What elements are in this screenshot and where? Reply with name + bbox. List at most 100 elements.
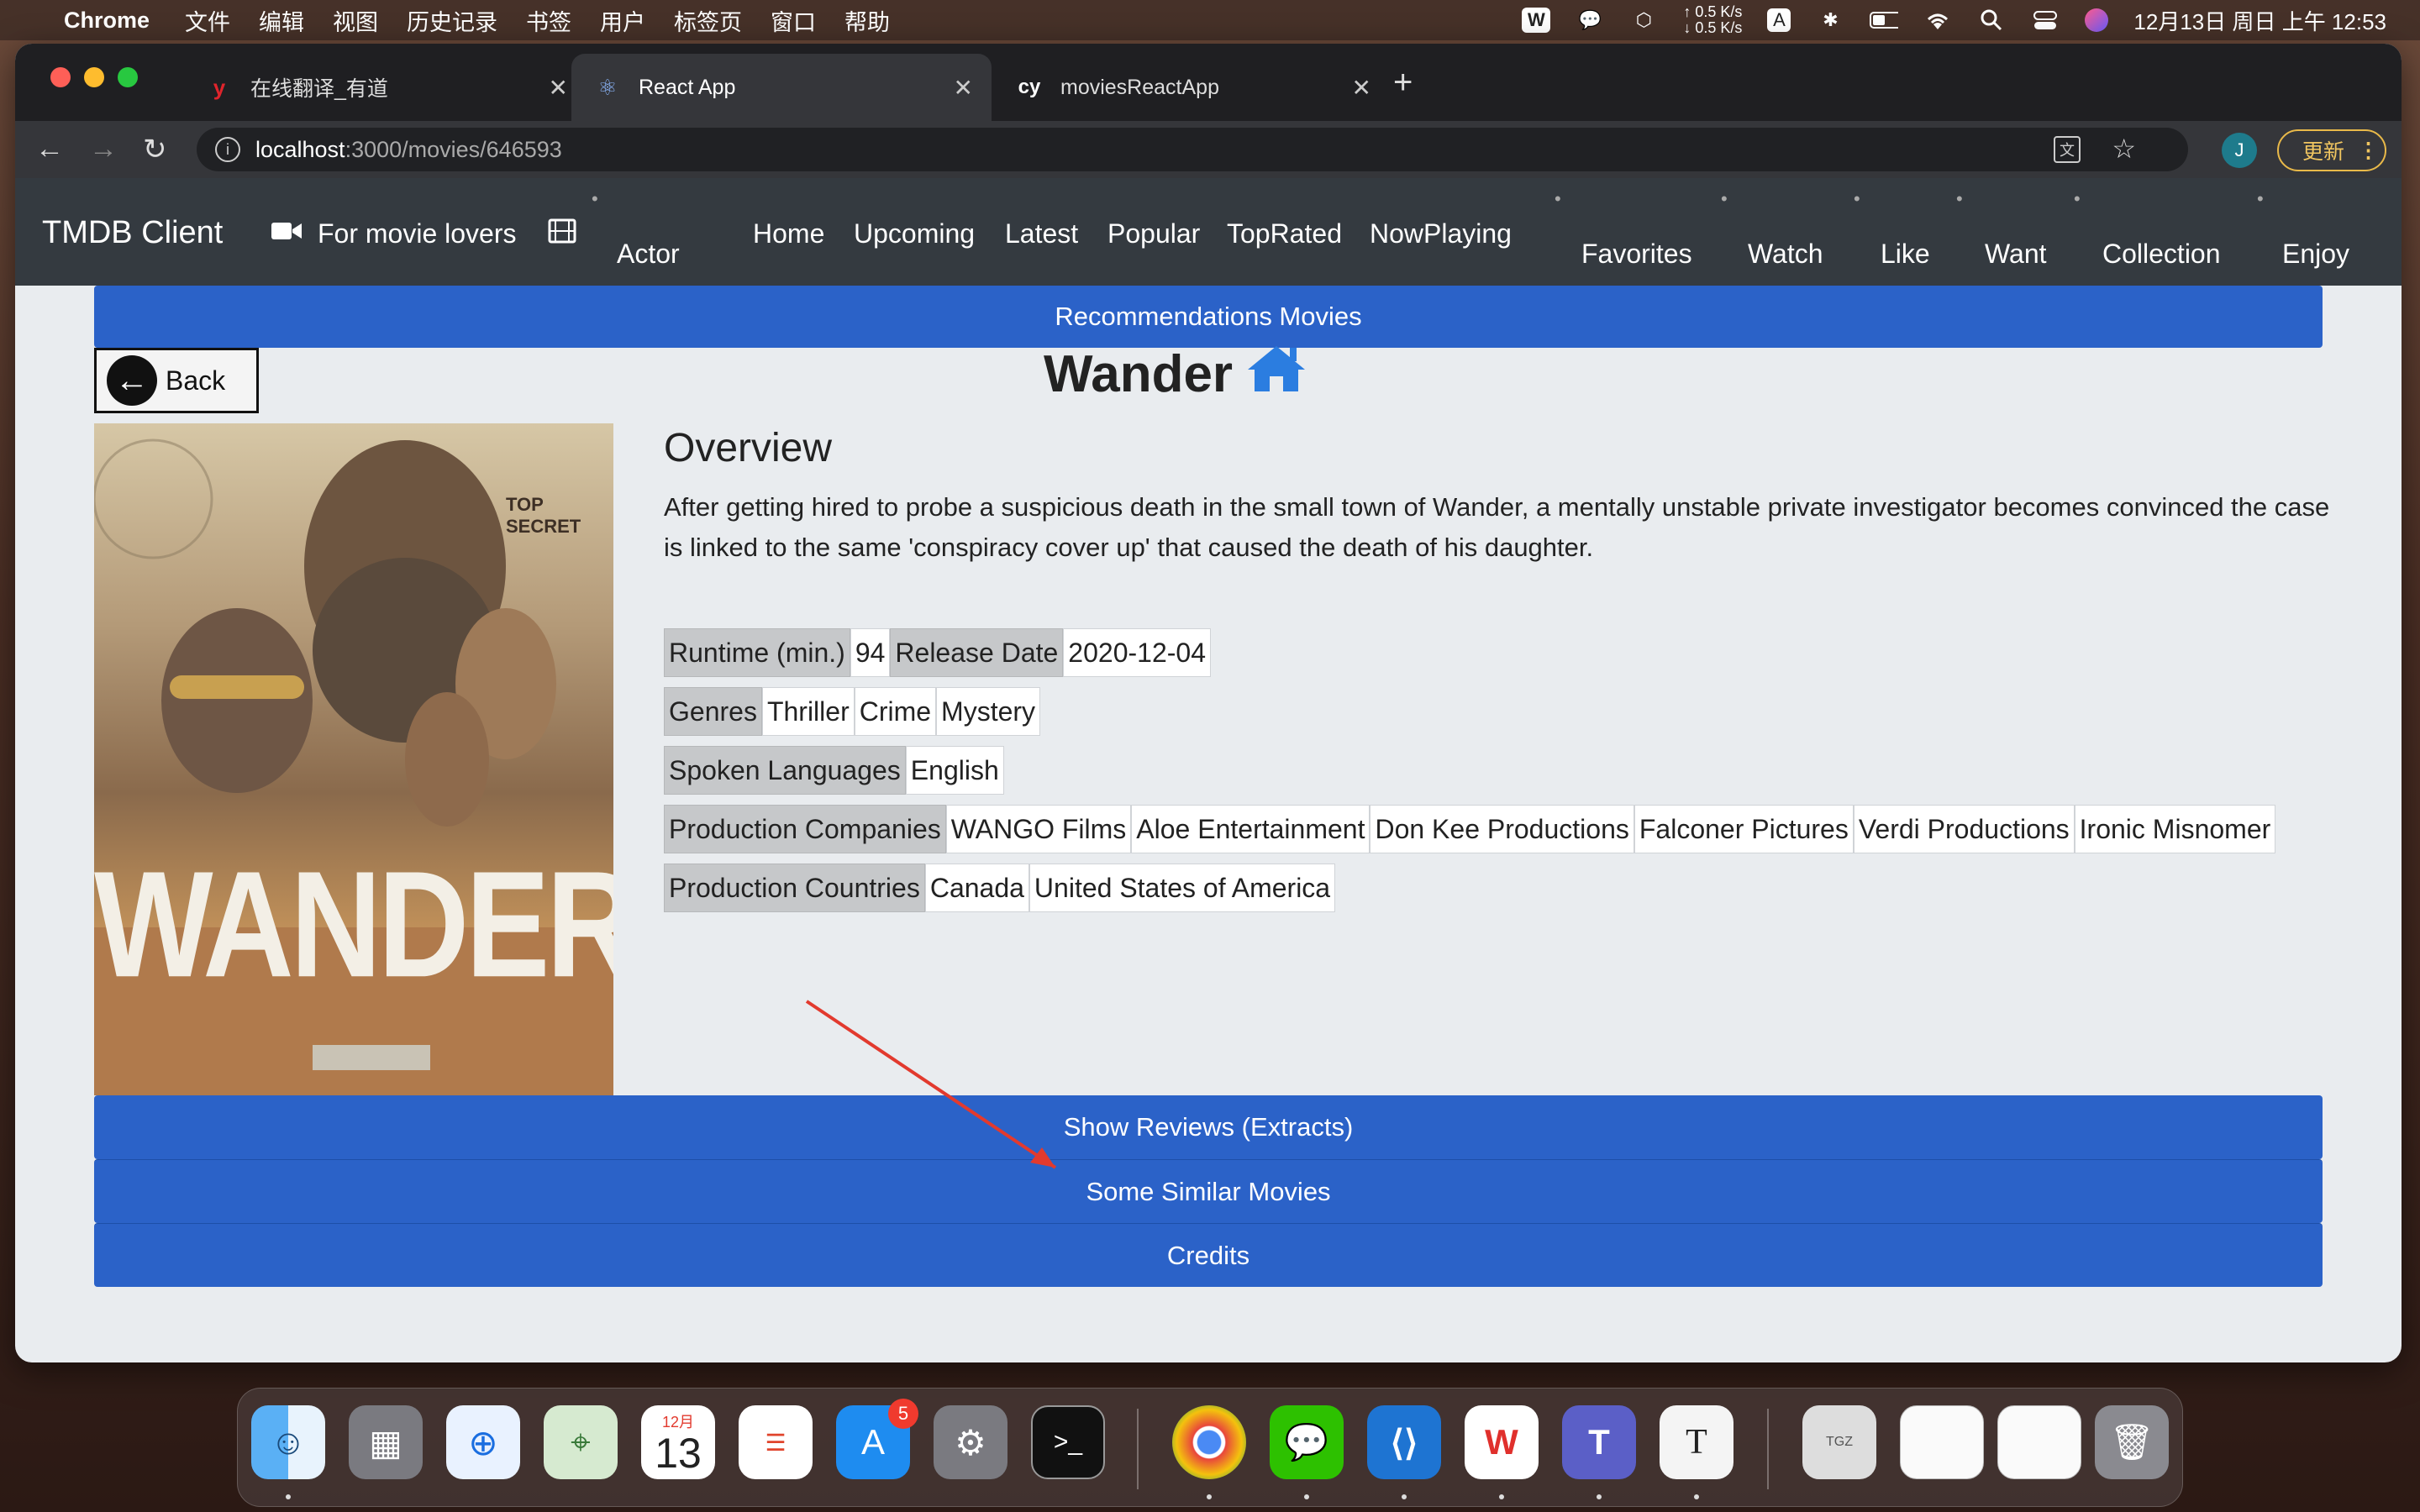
running-indicator xyxy=(1402,1494,1407,1499)
site-info-icon[interactable]: i xyxy=(215,137,240,162)
calendar-icon[interactable]: 12月 13 xyxy=(641,1405,715,1479)
genres-label-chip: Genres xyxy=(664,687,762,736)
document-thumbnail-icon[interactable] xyxy=(1997,1405,2081,1479)
nav-dot: • xyxy=(2074,188,2081,209)
vscode-icon[interactable]: ⟨⟩ xyxy=(1367,1405,1441,1479)
nav-toprated[interactable]: TopRated xyxy=(1227,218,1342,249)
chrome-icon[interactable] xyxy=(1172,1405,1246,1479)
back-button[interactable]: ← Back xyxy=(94,348,259,413)
nav-dot: • xyxy=(1854,188,1860,209)
textedit-icon[interactable]: T xyxy=(1660,1405,1733,1479)
menu-window[interactable]: 窗口 xyxy=(771,4,816,37)
control-center-icon[interactable] xyxy=(2031,8,2060,33)
nav-like[interactable]: Like xyxy=(1881,239,1930,270)
nav-watch[interactable]: Watch xyxy=(1748,239,1823,270)
profile-avatar[interactable]: J xyxy=(2222,133,2257,168)
trash-icon[interactable]: 🗑 xyxy=(2095,1405,2169,1479)
reload-icon[interactable]: ↻ xyxy=(143,133,167,166)
vpn-status-icon[interactable]: ⬡ xyxy=(1629,8,1658,33)
reminders-icon[interactable]: ☰ xyxy=(739,1405,813,1479)
menu-edit[interactable]: 编辑 xyxy=(259,4,304,37)
nav-nowplaying[interactable]: NowPlaying xyxy=(1370,218,1512,249)
window-controls xyxy=(50,67,138,87)
country-chip: Canada xyxy=(924,864,1029,912)
menu-file[interactable]: 文件 xyxy=(185,4,230,37)
launchpad-icon[interactable]: ▦ xyxy=(349,1405,423,1479)
companies-row: Production Companies WANGO Films Aloe En… xyxy=(664,805,2276,853)
close-tab-icon[interactable]: ✕ xyxy=(954,74,973,102)
menu-bookmarks[interactable]: 书签 xyxy=(526,4,571,37)
close-tab-icon[interactable]: ✕ xyxy=(549,74,568,102)
wps-status-icon[interactable]: W xyxy=(1522,8,1551,33)
spotlight-search-icon[interactable] xyxy=(1977,8,2006,33)
youdao-favicon-icon: y xyxy=(213,74,226,100)
zoom-window-button[interactable] xyxy=(118,67,138,87)
nav-collection[interactable]: Collection xyxy=(2102,239,2221,270)
show-reviews-button[interactable]: Show Reviews (Extracts) xyxy=(94,1095,2323,1159)
menu-tabs[interactable]: 标签页 xyxy=(674,4,742,37)
credits-button[interactable]: Credits xyxy=(94,1223,2323,1287)
forward-arrow-icon[interactable]: → xyxy=(89,133,118,165)
new-tab-plus-icon[interactable]: + xyxy=(1393,64,1413,102)
more-menu-icon[interactable]: ⋮ xyxy=(2358,138,2379,163)
finder-icon[interactable]: ☺ xyxy=(251,1405,325,1479)
input-method-icon[interactable]: A xyxy=(1767,8,1791,32)
nav-favorites[interactable]: Favorites xyxy=(1581,239,1692,270)
bookmark-star-icon[interactable]: ☆ xyxy=(2112,133,2136,165)
nav-home[interactable]: Home xyxy=(753,218,824,249)
cypress-favicon-icon: cy xyxy=(1018,76,1041,98)
company-chip: Falconer Pictures xyxy=(1634,805,1854,853)
nav-dot: • xyxy=(1721,188,1728,209)
battery-icon[interactable] xyxy=(1870,8,1899,33)
runtime-label-chip: Runtime (min.) xyxy=(664,628,850,677)
back-arrow-icon[interactable]: ← xyxy=(35,133,64,165)
update-button[interactable]: 更新 ⋮ xyxy=(2277,129,2386,171)
app-store-icon[interactable]: A 5 xyxy=(836,1399,918,1479)
tab-react-app[interactable]: ⚛ React App ✕ xyxy=(571,54,992,121)
url-field[interactable]: i localhost:3000/movies/646593 文 ☆ xyxy=(197,128,2188,171)
siri-icon[interactable] xyxy=(2085,8,2109,32)
navbar-brand[interactable]: TMDB Client xyxy=(42,215,223,251)
archive-file-icon[interactable]: TGZ xyxy=(1802,1405,1876,1479)
system-preferences-icon[interactable]: ⚙ xyxy=(934,1405,1007,1479)
safari-icon[interactable]: ⊕ xyxy=(446,1405,520,1479)
address-toolbar: ← → ↻ i localhost:3000/movies/646593 文 ☆… xyxy=(15,121,2402,178)
nav-want[interactable]: Want xyxy=(1985,239,2047,270)
nav-dot: • xyxy=(1956,188,1963,209)
nav-actor[interactable]: Actor xyxy=(617,239,680,270)
recommendations-button[interactable]: Recommendations Movies xyxy=(94,286,2323,348)
tab-cypress[interactable]: cy moviesReactApp ✕ xyxy=(993,54,1390,121)
menu-app-name[interactable]: Chrome xyxy=(64,8,150,34)
document-thumbnail-icon[interactable] xyxy=(1900,1405,1984,1479)
menu-profiles[interactable]: 用户 xyxy=(600,4,645,37)
wifi-icon[interactable] xyxy=(1923,8,1952,33)
companies-label-chip: Production Companies xyxy=(664,805,946,853)
nav-latest[interactable]: Latest xyxy=(1005,218,1078,249)
home-icon[interactable] xyxy=(1244,343,1308,406)
poster-stamp: TOP SECRET xyxy=(506,494,581,537)
wechat-icon[interactable]: 💬 xyxy=(1270,1405,1344,1479)
translate-icon[interactable]: 文 xyxy=(2054,136,2081,163)
close-tab-icon[interactable]: ✕ xyxy=(1352,74,1371,102)
nav-popular[interactable]: Popular xyxy=(1107,218,1200,249)
minimize-window-button[interactable] xyxy=(84,67,104,87)
wechat-status-icon[interactable]: 💬 xyxy=(1576,8,1604,33)
maps-icon[interactable]: ⌖ xyxy=(544,1405,618,1479)
menu-help[interactable]: 帮助 xyxy=(844,4,890,37)
movie-title: Wander xyxy=(1044,343,1308,406)
wps-icon[interactable]: W xyxy=(1465,1405,1539,1479)
similar-movies-button[interactable]: Some Similar Movies xyxy=(94,1159,2323,1223)
terminal-icon[interactable]: >_ xyxy=(1031,1405,1105,1479)
menu-view[interactable]: 视图 xyxy=(333,4,378,37)
genre-chip: Crime xyxy=(854,687,937,736)
menu-history[interactable]: 历史记录 xyxy=(407,4,497,37)
nav-upcoming[interactable]: Upcoming xyxy=(854,218,975,249)
teams-icon[interactable]: T xyxy=(1562,1405,1636,1479)
languages-label-chip: Spoken Languages xyxy=(664,746,906,795)
bluetooth-icon[interactable]: ✱ xyxy=(1816,8,1844,33)
nav-enjoy[interactable]: Enjoy xyxy=(2282,239,2349,270)
languages-row: Spoken Languages English xyxy=(664,746,1004,795)
menubar-clock[interactable]: 12月13日 周日 上午 12:53 xyxy=(2133,5,2386,36)
tab-youdao[interactable]: y 在线翻译_有道 ✕ xyxy=(183,54,587,121)
close-window-button[interactable] xyxy=(50,67,71,87)
